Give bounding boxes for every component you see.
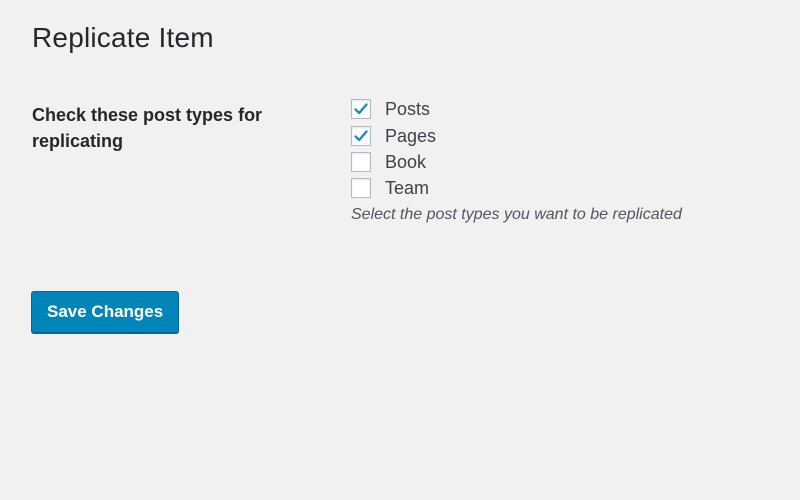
post-types-setting-row: Check these post types for replicating P… xyxy=(32,99,792,223)
team-checkbox[interactable] xyxy=(351,178,371,199)
post-types-checkbox-list: Posts Pages Book Team xyxy=(351,96,436,202)
pages-checkbox[interactable] xyxy=(351,125,371,146)
checkmark-icon xyxy=(354,103,368,115)
post-types-label: Check these post types for replicating xyxy=(32,105,263,151)
checkbox-item-team[interactable]: Team xyxy=(351,175,436,201)
page-title: Replicate Item xyxy=(32,22,214,53)
save-changes-button[interactable]: Save Changes xyxy=(31,291,180,333)
checkbox-item-posts[interactable]: Posts xyxy=(351,96,436,122)
posts-checkbox[interactable] xyxy=(351,99,371,120)
book-checkbox[interactable] xyxy=(351,151,371,172)
team-label[interactable]: Team xyxy=(385,177,429,199)
post-types-description: Select the post types you want to be rep… xyxy=(351,206,682,223)
checkbox-item-pages[interactable]: Pages xyxy=(351,122,436,148)
book-label[interactable]: Book xyxy=(385,151,426,173)
checkbox-item-book[interactable]: Book xyxy=(351,149,436,175)
pages-label[interactable]: Pages xyxy=(385,125,436,147)
posts-label[interactable]: Posts xyxy=(385,98,430,120)
checkmark-icon xyxy=(354,129,368,141)
